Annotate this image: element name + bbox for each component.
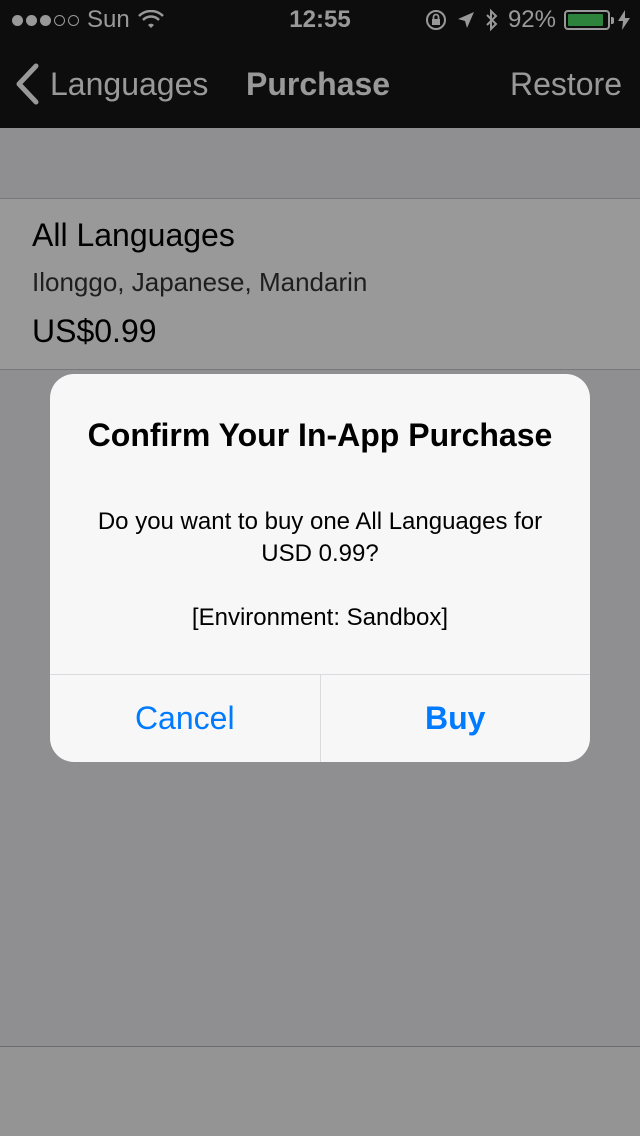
alert-message: Do you want to buy one All Languages for…	[97, 508, 543, 567]
alert-environment: [Environment: Sandbox]	[191, 604, 449, 631]
cancel-button[interactable]: Cancel	[50, 675, 321, 762]
purchase-alert: Confirm Your In-App Purchase Do you want…	[50, 374, 590, 762]
alert-title: Confirm Your In-App Purchase	[87, 417, 553, 453]
alert-actions: Cancel Buy	[50, 674, 590, 762]
buy-button[interactable]: Buy	[321, 675, 591, 762]
